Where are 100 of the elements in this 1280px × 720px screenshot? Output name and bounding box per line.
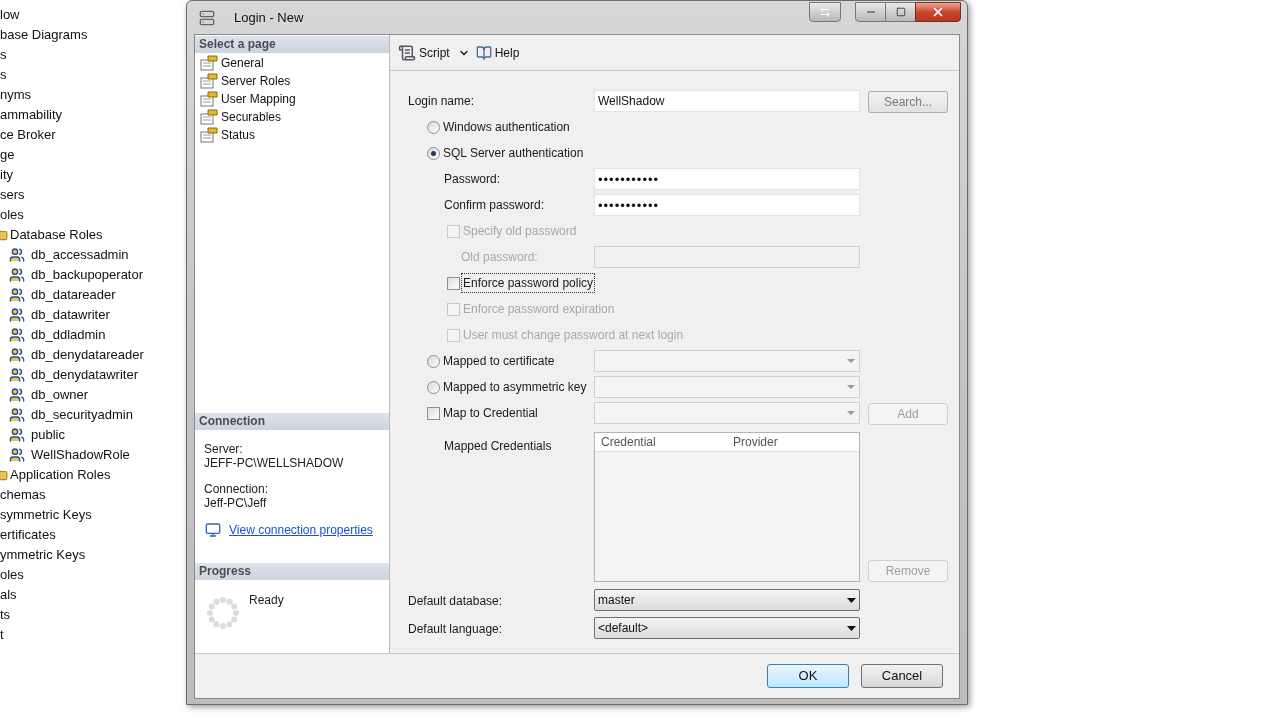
tree-item[interactable]: ts: [0, 605, 11, 625]
tree-item[interactable]: db_denydatareader: [31, 345, 144, 365]
properties-link[interactable]: View connection properties: [229, 523, 373, 537]
column-header[interactable]: Credential: [595, 433, 727, 451]
page-icon: [200, 55, 218, 71]
field-label: Default database:: [408, 594, 503, 608]
page-item[interactable]: General: [221, 54, 264, 72]
help-icon: [475, 44, 492, 61]
page-icon: [200, 109, 218, 125]
checkbox[interactable]: [427, 406, 440, 420]
tree-item[interactable]: low: [0, 5, 20, 25]
checkbox-label[interactable]: Enforce password policy: [462, 274, 595, 292]
progress-status: Ready: [249, 592, 284, 609]
maximize-icon: [895, 7, 906, 17]
role-icon: [8, 427, 26, 443]
checkbox[interactable]: [447, 276, 460, 290]
tree-item[interactable]: db_securityadmin: [31, 405, 133, 425]
checkbox-label[interactable]: Map to Credential: [442, 404, 539, 422]
caret-icon: [847, 411, 855, 415]
dropdown-field[interactable]: [594, 402, 860, 424]
dropdown-field[interactable]: <default>: [594, 617, 860, 639]
text-field[interactable]: WellShadow: [594, 90, 860, 112]
role-icon: [8, 327, 26, 343]
field-label: Old password:: [461, 249, 538, 266]
radio-button[interactable]: [427, 380, 440, 394]
radio-label[interactable]: SQL Server authentication: [443, 144, 584, 162]
column-header[interactable]: Provider: [727, 433, 859, 451]
page-item[interactable]: Server Roles: [221, 72, 291, 90]
tree-item[interactable]: ymmetric Keys: [0, 545, 86, 565]
tree-item[interactable]: oles: [0, 565, 24, 585]
dialog-button[interactable]: OK: [767, 664, 849, 688]
tree-item[interactable]: db_owner: [31, 385, 89, 405]
page-item[interactable]: User Mapping: [221, 90, 296, 108]
tree-item[interactable]: sers: [0, 185, 25, 205]
tree-item[interactable]: db_denydatawriter: [31, 365, 138, 385]
page-item[interactable]: Status: [221, 126, 256, 144]
tree-item[interactable]: db_datawriter: [31, 305, 110, 325]
radio-button[interactable]: [427, 146, 440, 160]
window-title: Login - New: [234, 8, 304, 27]
role-icon: [8, 407, 26, 423]
section-header: Select a page: [195, 36, 389, 53]
caret-icon: [847, 359, 855, 363]
tree-item[interactable]: db_ddladmin: [31, 325, 106, 345]
tree-item[interactable]: nyms: [0, 85, 32, 105]
role-icon: [8, 267, 26, 283]
minimize-button[interactable]: [855, 2, 886, 22]
dropdown-field[interactable]: [594, 350, 860, 372]
connection-icon: [204, 522, 222, 538]
tree-item[interactable]: public: [31, 425, 65, 445]
field-label: Password:: [444, 171, 501, 188]
tree-item[interactable]: db_accessadmin: [31, 245, 129, 265]
close-button[interactable]: [915, 2, 961, 22]
server-icon: [199, 8, 215, 27]
tree-item[interactable]: chemas: [0, 485, 46, 505]
radio-label[interactable]: Windows authentication: [443, 118, 570, 136]
tree-item[interactable]: WellShadowRole: [31, 445, 130, 465]
password-field[interactable]: •••••••••••: [594, 194, 860, 216]
tree-item[interactable]: db_backupoperator: [31, 265, 144, 285]
password-field[interactable]: •••••••••••: [594, 168, 860, 190]
role-icon: [8, 247, 26, 263]
action-button[interactable]: Search...: [868, 91, 948, 113]
credentials-label: Mapped Credentials: [444, 439, 552, 453]
tree-item[interactable]: symmetric Keys: [0, 505, 92, 525]
section-header: Connection: [195, 413, 389, 430]
tree-item[interactable]: Application Roles: [10, 465, 111, 485]
tree-item[interactable]: t: [0, 625, 4, 645]
tree-item[interactable]: db_datareader: [31, 285, 116, 305]
radio-label[interactable]: Mapped to certificate: [443, 352, 555, 370]
dialog-button[interactable]: Cancel: [861, 664, 943, 688]
tree-item[interactable]: s: [0, 45, 7, 65]
page-item[interactable]: Securables: [221, 108, 282, 126]
connection-user: Jeff-PC\Jeff: [204, 496, 268, 510]
tree-item[interactable]: s: [0, 65, 7, 85]
radio-button[interactable]: [427, 354, 440, 368]
dropdown-field[interactable]: master: [594, 589, 860, 611]
field-label: Default language:: [408, 622, 503, 636]
tree-item[interactable]: Database Roles: [10, 225, 103, 245]
caret-icon: [847, 625, 856, 631]
tree-item[interactable]: oles: [0, 205, 24, 225]
role-icon: [8, 447, 26, 463]
role-icon: [8, 367, 26, 383]
dropdown-field[interactable]: [594, 376, 860, 398]
radio-button[interactable]: [427, 120, 440, 134]
help-button[interactable]: Help: [475, 43, 520, 62]
field-label: Login name:: [408, 93, 475, 110]
swap-button[interactable]: [809, 2, 841, 22]
tree-item[interactable]: ammability: [0, 105, 63, 125]
script-icon: [398, 43, 416, 62]
tree-item[interactable]: ge: [0, 145, 15, 165]
radio-label[interactable]: Mapped to asymmetric key: [443, 378, 587, 396]
section-header: Progress: [195, 563, 389, 580]
tree-item[interactable]: ity: [0, 165, 13, 185]
maximize-button[interactable]: [886, 2, 915, 22]
server-label: Server:: [204, 442, 244, 456]
tree-item[interactable]: ce Broker: [0, 125, 56, 145]
script-button[interactable]: Script: [398, 43, 450, 62]
tree-item[interactable]: ertificates: [0, 525, 56, 545]
page-icon: [200, 91, 218, 107]
tree-item[interactable]: als: [0, 585, 17, 605]
tree-item[interactable]: base Diagrams: [0, 25, 88, 45]
